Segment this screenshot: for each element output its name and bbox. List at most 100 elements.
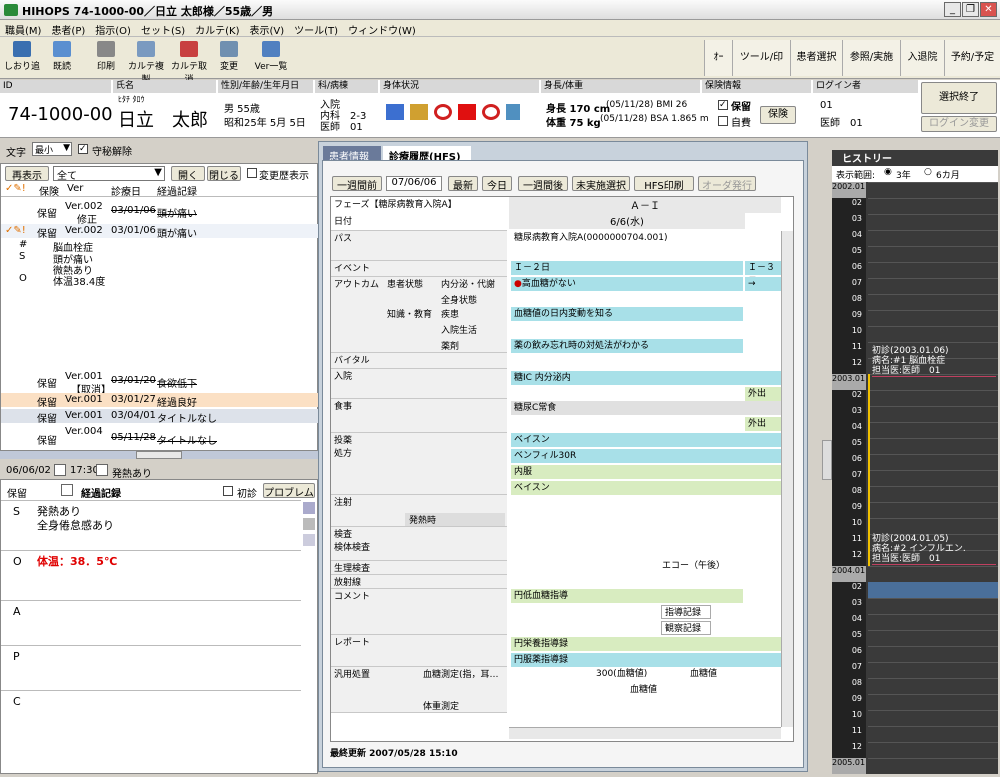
calendar-icon[interactable]	[54, 464, 66, 476]
admission-button[interactable]: 入退院	[900, 40, 944, 76]
list-item[interactable]: 保留 Ver.002 修正 03/01/06 頭が痛い	[1, 200, 319, 226]
tool-print-button[interactable]: ツール/印刷	[732, 40, 790, 99]
first-visit-checkbox[interactable]	[223, 486, 233, 496]
order-issue-button[interactable]: オーダ発行	[698, 176, 756, 192]
detail-key: O	[19, 273, 27, 284]
list-icon[interactable]	[303, 502, 315, 514]
soap-s-section[interactable]: S 発熱あり 全身倦怠感あり	[1, 500, 301, 550]
report-bar-1[interactable]: 円栄養指導録	[511, 637, 781, 651]
soap-c-section[interactable]: C	[1, 690, 301, 770]
expand-icon[interactable]	[61, 484, 73, 496]
hfs-print-button[interactable]: HFS印刷	[634, 176, 694, 192]
a-label: A	[13, 605, 21, 618]
timeline-gridline	[868, 598, 998, 599]
range-6m-radio[interactable]: ○	[924, 167, 932, 177]
history-collapse-handle[interactable]	[822, 440, 832, 480]
history-event[interactable]: 初診(2003.01.06) 病名:#1 脳血栓症 担当医:医師 01	[872, 346, 996, 377]
read-button[interactable]: 既読	[44, 39, 80, 77]
report-bar-2[interactable]: 円服薬指導録	[511, 653, 781, 667]
filter-select[interactable]: 全て ▼	[53, 166, 165, 182]
problem-button[interactable]: プロブレム	[263, 483, 315, 499]
next-week-button[interactable]: 一週間後	[518, 176, 568, 192]
med-bar-2[interactable]: ベンフィル30R	[511, 449, 781, 463]
bs-item-1[interactable]: 300(血糖値)	[593, 667, 673, 681]
guide-record[interactable]: 指導記録	[661, 605, 711, 619]
change-button[interactable]: 変更	[214, 39, 244, 77]
date-field[interactable]: 07/06/06	[386, 176, 442, 191]
splitter[interactable]	[0, 451, 318, 459]
outing-bar-2[interactable]: 外出	[745, 417, 781, 431]
timeline-month: 05	[832, 438, 866, 454]
outcome-bar-1[interactable]: ●高血糖がない	[511, 277, 743, 291]
font-size-select[interactable]: 最小 ▼	[32, 142, 72, 156]
reference-button[interactable]: 参照/実施	[842, 40, 900, 76]
order-button[interactable]: ｵｰﾀﾞ	[704, 40, 732, 99]
event-bar-2[interactable]: Ｉ－３日	[745, 261, 781, 287]
path-value[interactable]: 糖尿病教育入院A(0000000704.001)	[511, 231, 771, 245]
soap-o-section[interactable]: O 体温：38．5℃	[1, 550, 301, 600]
outcome-bar-3[interactable]: 薬の飲み忘れ時の対処法がわかる	[511, 339, 743, 353]
row-ver: Ver.004	[65, 426, 103, 437]
history-checkbox[interactable]	[247, 168, 257, 178]
today-button[interactable]: 今日	[482, 176, 512, 192]
open-button[interactable]: 開く	[171, 166, 205, 182]
bookmark-button[interactable]: しおり追	[4, 39, 40, 77]
minimize-icon[interactable]: _	[944, 2, 961, 17]
end-selection-button[interactable]: 選択終了	[921, 82, 997, 114]
version-list-button[interactable]: Ver一覧	[250, 39, 292, 77]
timeline-gridline	[868, 422, 998, 423]
v-scrollbar[interactable]	[781, 231, 793, 727]
insurance-button[interactable]: 保険	[760, 106, 796, 124]
exam-label-1: 検査	[334, 530, 353, 540]
obs-record[interactable]: 観察記録	[661, 621, 711, 635]
list-item[interactable]: ✓✎! 保留 Ver.002 03/01/06 頭が痛い	[1, 224, 319, 240]
prev-week-button[interactable]: 一週間前	[332, 176, 382, 192]
med-bar-1[interactable]: ベイスン	[511, 433, 781, 447]
image-icon[interactable]	[303, 534, 315, 546]
bs-item-2[interactable]: 血糖値	[687, 667, 727, 681]
h-scrollbar[interactable]	[509, 727, 781, 739]
med-bar-3[interactable]: 内服	[511, 465, 781, 479]
outing-bar-1[interactable]: 外出	[745, 387, 781, 401]
schedule-button[interactable]: 予約/予定	[944, 40, 1000, 76]
soap-a-section[interactable]: A	[1, 600, 301, 645]
selected-month-band[interactable]	[868, 582, 998, 598]
doc-icon[interactable]	[303, 518, 315, 530]
patient-select-button[interactable]: 患者選択	[790, 40, 842, 76]
unperformed-select-button[interactable]: 未実施選択	[572, 176, 630, 192]
note-icon[interactable]	[96, 464, 108, 476]
timeline-gridline	[868, 646, 998, 647]
meal-bar[interactable]: 糖尿C常食	[511, 401, 781, 415]
window-title: HIHOPS 74-1000-00／日立 太郎様／55歳／男	[22, 5, 274, 18]
bs-item-3[interactable]: 血糖値	[627, 683, 667, 697]
row-icons: ✓✎!	[5, 225, 26, 236]
detail-value: 体温38.4度	[53, 277, 106, 288]
soap-p-section[interactable]: P	[1, 645, 301, 690]
med-bar-4[interactable]: ベイスン	[511, 481, 781, 495]
close-button[interactable]: 閉じる	[207, 166, 241, 182]
print-button[interactable]: 印刷	[88, 39, 124, 77]
comment-bar[interactable]: 円低血糖指導	[511, 589, 743, 603]
latest-button[interactable]: 最新	[448, 176, 478, 192]
chart-copy-button[interactable]: カルテ複製	[126, 39, 166, 85]
list-item[interactable]: 保留 Ver.001 03/01/27 経過良好	[1, 393, 319, 409]
insurance-hold-checkbox[interactable]: ✓	[718, 100, 728, 110]
history-event[interactable]: 初診(2004.01.05) 病名:#2 インフルエン. 担当医:医師 01	[872, 534, 996, 565]
self-pay-checkbox[interactable]	[718, 116, 728, 126]
admit-bar[interactable]: 糖IC 内分泌内	[511, 371, 781, 385]
patient-kana: ﾋﾀﾁ ﾀﾛｳ	[118, 95, 145, 104]
list-item[interactable]: 保留 Ver.001 03/04/01 タイトルなし	[1, 409, 319, 425]
close-icon[interactable]: ✕	[980, 2, 997, 17]
login-change-button[interactable]: ログイン変更	[921, 116, 997, 132]
splitter-handle[interactable]	[136, 451, 182, 459]
chart-cancel-button[interactable]: カルテ取消	[168, 39, 210, 85]
maximize-icon[interactable]: ❐	[962, 2, 979, 17]
outcome-bar-2[interactable]: 血糖値の日内変動を知る	[511, 307, 743, 321]
echo-item[interactable]: エコー（午後）	[659, 559, 779, 573]
list-item[interactable]: 保留 Ver.004 05/11/28 タイトルなし	[1, 426, 319, 448]
event-bar-1[interactable]: Ｉ－２日	[511, 261, 743, 275]
list-item[interactable]: 保留 Ver.001 【取消】 03/01/20 食欲低下	[1, 370, 319, 396]
secret-checkbox[interactable]: ✓	[78, 144, 88, 154]
redisplay-button[interactable]: 再表示	[5, 166, 49, 182]
range-3y-radio[interactable]: ◉	[884, 167, 892, 177]
